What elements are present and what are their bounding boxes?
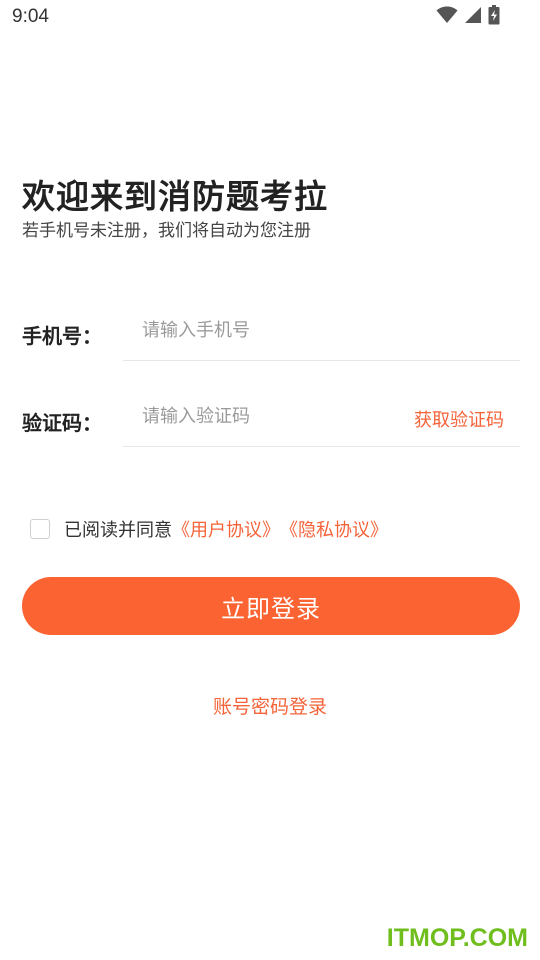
status-icons: [436, 5, 500, 29]
battery-charging-icon: [488, 5, 500, 29]
signal-icon: [464, 6, 482, 28]
login-button[interactable]: 立即登录: [22, 577, 520, 635]
agreement-text: 已阅读并同意: [64, 520, 172, 541]
privacy-policy-link[interactable]: 《隐私协议》: [280, 516, 388, 542]
welcome-title: 欢迎来到消防题考拉: [22, 177, 328, 216]
agreement-row: 已阅读并同意 《用户协议》 《隐私协议》: [30, 516, 388, 542]
code-label: 验证码：: [22, 411, 102, 435]
phone-input[interactable]: [123, 301, 520, 361]
wifi-icon: [436, 6, 458, 28]
welcome-subtitle: 若手机号未注册，我们将自动为您注册: [22, 221, 311, 241]
watermark: ITMOP.COM: [386, 924, 528, 952]
password-login-link[interactable]: 账号密码登录: [0, 692, 540, 719]
status-bar: 9:04: [0, 0, 540, 36]
user-agreement-link[interactable]: 《用户协议》: [172, 516, 280, 542]
status-time: 9:04: [12, 6, 49, 27]
get-code-button[interactable]: 获取验证码: [414, 406, 504, 432]
agreement-checkbox[interactable]: [30, 519, 50, 539]
phone-label: 手机号：: [22, 324, 102, 348]
